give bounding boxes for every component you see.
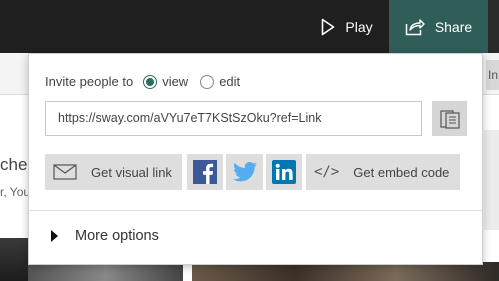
background-subtext-fragment: r, You [0, 185, 31, 199]
share-twitter-button[interactable] [226, 154, 263, 190]
radio-view-label[interactable]: view [162, 74, 188, 89]
more-options-label: More options [75, 228, 159, 244]
linkedin-icon [272, 160, 296, 184]
more-options-toggle[interactable]: More options [51, 228, 159, 244]
copy-link-button[interactable] [432, 101, 467, 136]
invite-permission-row: Invite people to view edit [45, 74, 240, 89]
get-embed-code-button[interactable]: </> Get embed code [306, 154, 460, 190]
background-thumbnail [0, 238, 28, 281]
get-visual-link-button[interactable]: Get visual link [45, 154, 182, 190]
share-label: Share [434, 18, 473, 35]
mail-icon [53, 164, 77, 180]
background-tab-fragment[interactable]: In [486, 60, 499, 90]
share-linkedin-button[interactable] [266, 154, 302, 190]
get-visual-link-label: Get visual link [91, 164, 172, 180]
play-button[interactable]: Play [305, 0, 389, 53]
expand-triangle-icon [51, 230, 58, 242]
top-bar: Play Share [0, 0, 499, 53]
share-button[interactable]: Share [389, 0, 488, 53]
play-icon [322, 18, 335, 35]
background-panel-fragment [484, 130, 499, 230]
popover-divider [29, 210, 482, 211]
topbar-edge [488, 0, 499, 53]
share-popover: Invite people to view edit https://sway.… [28, 53, 483, 265]
invite-label: Invite people to [45, 74, 134, 89]
twitter-icon [232, 162, 257, 182]
play-label: Play [345, 18, 373, 35]
copy-icon [439, 109, 460, 129]
share-link-field[interactable]: https://sway.com/aVYu7eT7KStSzOku?ref=Li… [45, 101, 422, 136]
code-icon: </> [314, 164, 340, 180]
facebook-icon [193, 160, 217, 184]
share-facebook-button[interactable] [187, 154, 223, 190]
radio-edit[interactable] [200, 74, 215, 89]
share-icon [405, 18, 425, 35]
radio-edit-label[interactable]: edit [219, 74, 240, 89]
radio-view[interactable] [143, 74, 158, 89]
get-embed-code-label: Get embed code [353, 164, 450, 180]
